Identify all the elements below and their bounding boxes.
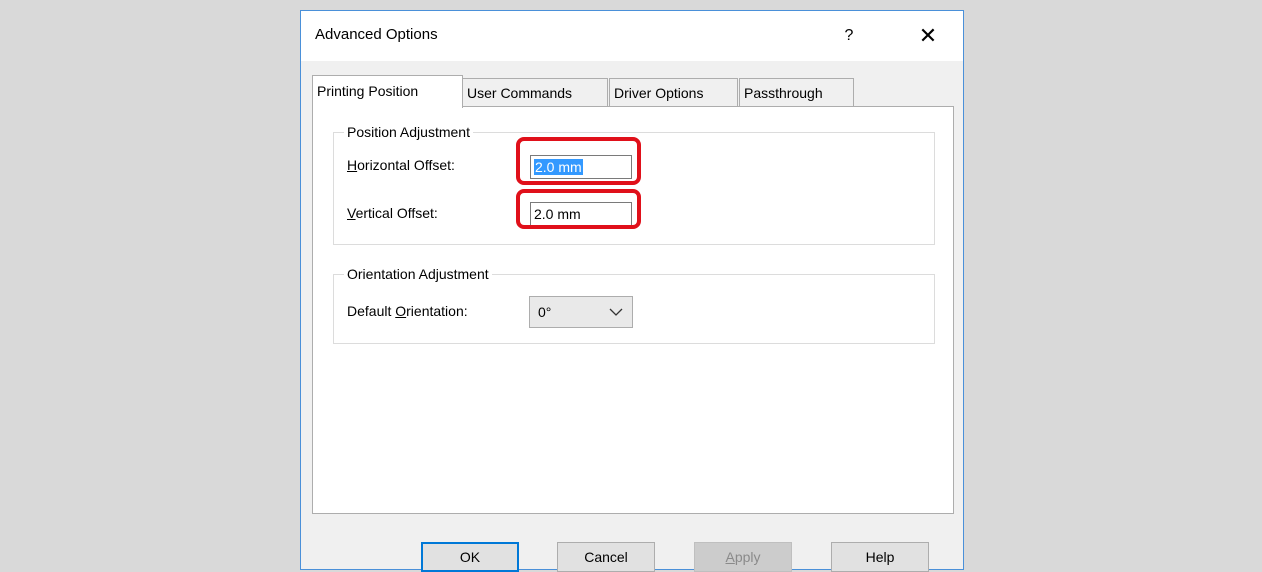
horizontal-offset-label: Horizontal Offset: [347, 157, 455, 173]
tab-user-commands[interactable]: User Commands [462, 78, 608, 106]
apply-label-text: pply [734, 549, 761, 565]
horizontal-offset-label-text: orizontal Offset: [357, 157, 455, 173]
horizontal-offset-access-key: H [347, 157, 358, 173]
apply-button[interactable]: Apply [694, 542, 792, 572]
tab-driver-options[interactable]: Driver Options [609, 78, 738, 106]
close-icon[interactable]: ✕ [906, 19, 950, 53]
default-orientation-access-key: O [395, 303, 407, 319]
ok-button[interactable]: OK [421, 542, 519, 572]
orientation-adjustment-group: Orientation Adjustment Default Orientati… [333, 265, 935, 344]
tab-printing-position[interactable]: Printing Position [312, 75, 463, 108]
default-orientation-label: Default Orientation: [347, 303, 468, 319]
tab-passthrough[interactable]: Passthrough [739, 78, 854, 106]
apply-access-key: A [725, 549, 735, 565]
title-bar: Advanced Options ? ✕ [301, 11, 963, 61]
orientation-adjustment-title: Orientation Adjustment [344, 265, 492, 283]
default-orientation-label-pre: Default [347, 303, 396, 319]
default-orientation-label-text: rientation: [406, 303, 468, 319]
vertical-offset-label: Vertical Offset: [347, 205, 438, 221]
vertical-offset-highlight [516, 189, 641, 229]
chevron-down-icon [608, 297, 624, 327]
default-orientation-selected: 0° [538, 304, 552, 320]
cancel-button[interactable]: Cancel [557, 542, 655, 572]
help-button[interactable]: Help [831, 542, 929, 572]
vertical-offset-label-text: ertical Offset: [355, 205, 438, 221]
position-adjustment-title: Position Adjustment [344, 123, 473, 141]
dialog-title: Advanced Options [315, 26, 438, 43]
vertical-offset-access-key: V [347, 205, 356, 221]
advanced-options-dialog: Advanced Options ? ✕ Printing Position U… [300, 10, 964, 572]
horizontal-offset-highlight [516, 137, 641, 185]
help-icon[interactable]: ? [831, 19, 867, 53]
default-orientation-dropdown[interactable]: 0° [529, 296, 633, 328]
